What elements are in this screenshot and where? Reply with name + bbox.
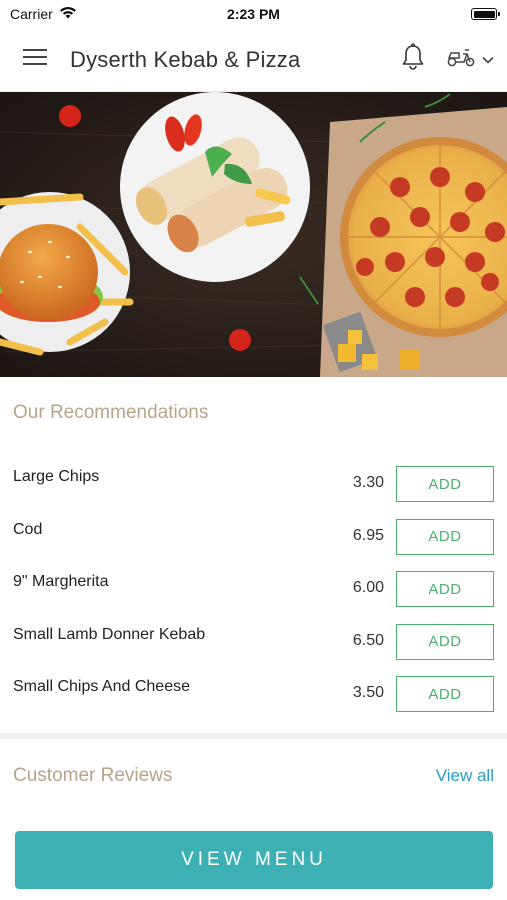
item-price: 3.30 — [352, 474, 384, 491]
item-price: 6.95 — [352, 526, 384, 544]
item-name: Large Chips — [13, 468, 100, 485]
item-name: Small Lamb Donner Kebab — [13, 625, 206, 643]
notifications-button[interactable] — [393, 28, 433, 92]
item-price: 3.50 — [352, 684, 384, 701]
bell-icon — [401, 43, 425, 76]
recommendations-title: Our Recommendations — [13, 402, 209, 423]
chevron-down-icon — [482, 51, 494, 69]
item-price: 6.50 — [352, 631, 384, 649]
view-all-reviews-link[interactable]: View all — [436, 766, 494, 786]
add-button[interactable]: ADD — [396, 518, 494, 555]
item-name: 9" Margherita — [13, 573, 109, 590]
view-menu-button[interactable]: VIEW MENU — [15, 831, 493, 889]
reviews-title: Customer Reviews — [13, 765, 173, 786]
hero-banner-image — [0, 92, 507, 377]
menu-button[interactable] — [0, 28, 70, 92]
list-item: Large Chips 3.30 ADD — [0, 458, 507, 511]
add-button[interactable]: ADD — [396, 571, 494, 607]
item-price: 6.00 — [352, 579, 384, 596]
add-button[interactable]: ADD — [396, 623, 494, 660]
app-header: Dyserth Kebab & Pizza — [0, 28, 507, 92]
delivery-mode-selector[interactable] — [433, 28, 507, 92]
hamburger-menu-icon — [23, 48, 47, 71]
scooter-icon — [446, 46, 476, 73]
section-divider — [0, 733, 507, 739]
carrier-label: Carrier — [10, 6, 53, 22]
status-bar: Carrier 2:23 PM — [0, 0, 507, 28]
recommendations-list: Large Chips 3.30 ADD Cod 6.95 ADD 9" Mar… — [0, 458, 507, 721]
list-item: 9" Margherita 6.00 ADD — [0, 563, 507, 616]
page-title: Dyserth Kebab & Pizza — [70, 46, 301, 72]
list-item: Small Lamb Donner Kebab 6.50 ADD — [0, 616, 507, 669]
add-button[interactable]: ADD — [396, 466, 494, 502]
list-item: Cod 6.95 ADD — [0, 511, 507, 564]
list-item: Small Chips And Cheese 3.50 ADD — [0, 668, 507, 721]
add-button[interactable]: ADD — [396, 676, 494, 712]
wifi-icon — [59, 6, 77, 22]
battery-icon — [471, 8, 500, 20]
item-name: Cod — [13, 520, 43, 538]
status-left: Carrier — [10, 6, 77, 22]
item-name: Small Chips And Cheese — [13, 678, 190, 695]
